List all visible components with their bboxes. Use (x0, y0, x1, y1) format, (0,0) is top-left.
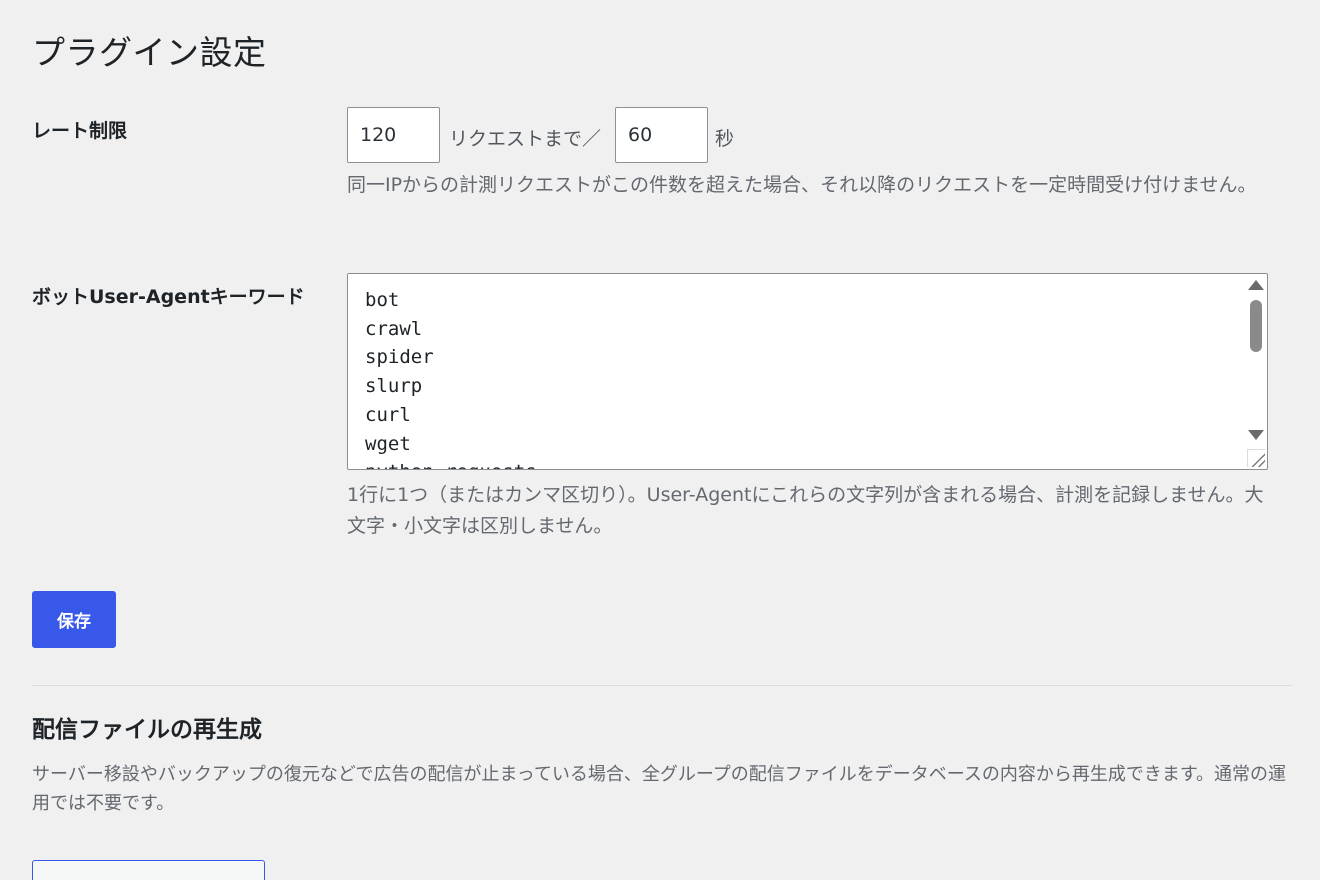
bot-keyword-line: python-requests (365, 458, 537, 469)
settings-page: プラグイン設定 レート制限 リクエストまで／ 秒 同一IPからの計測リクエストが… (0, 0, 1320, 880)
page-title: プラグイン設定 (32, 33, 267, 72)
bot-keyword-line: bot (365, 289, 400, 311)
scroll-thumb[interactable] (1250, 300, 1262, 352)
regenerate-section-title: 配信ファイルの再生成 (32, 717, 262, 743)
bot-keyword-line: wget (365, 432, 411, 455)
bot-keywords-textarea[interactable]: bot crawl spider slurp curl wget python-reques… (347, 273, 1268, 470)
bot-keywords-lines: bot crawl spider slurp curl wget python-reques… (365, 286, 537, 469)
rate-limit-label: レート制限 (32, 120, 128, 142)
section-divider (32, 685, 1292, 686)
regenerate-section-description: サーバー移設やバックアップの復元などで広告の配信が止まっている場合、全グループの… (32, 764, 1287, 814)
rate-limit-seconds-input[interactable] (615, 107, 708, 163)
save-button[interactable]: 保存 (32, 591, 116, 648)
regenerate-button[interactable] (32, 860, 265, 880)
rate-limit-description: 同一IPからの計測リクエストがこの件数を超えた場合、それ以降のリクエストを一定時… (347, 174, 1257, 196)
bot-keywords-description: 1行に1つ（またはカンマ区切り）。User-Agentにこれらの文字列が含まれる… (347, 484, 1264, 537)
bot-keyword-line: spider (365, 346, 434, 369)
bot-keyword-line: curl (365, 403, 411, 426)
textarea-scrollbar[interactable] (1245, 274, 1267, 469)
scroll-down-arrow-icon[interactable] (1248, 430, 1264, 440)
bot-keyword-line: slurp (365, 375, 423, 398)
rate-limit-between-text: リクエストまで／ (449, 128, 602, 150)
rate-limit-requests-input[interactable] (347, 107, 440, 163)
resize-grip-icon[interactable] (1247, 449, 1265, 467)
scroll-up-arrow-icon[interactable] (1248, 280, 1264, 290)
bot-keyword-line: crawl (365, 317, 423, 340)
bot-keywords-label: ボットUser-Agentキーワード (32, 286, 305, 308)
rate-limit-unit-text: 秒 (715, 128, 735, 150)
